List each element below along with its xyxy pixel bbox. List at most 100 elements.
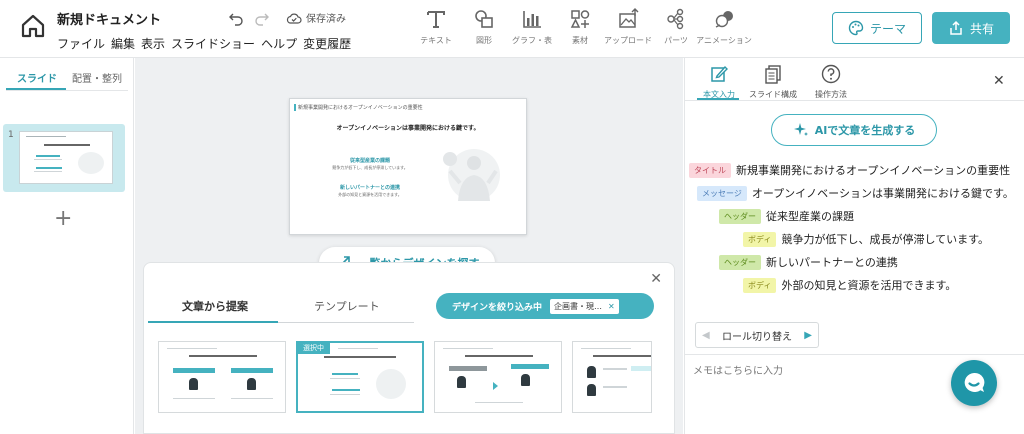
outline-row-body[interactable]: ボディ 競争力が低下し、成長が停滞しています。: [743, 231, 989, 247]
menu-edit[interactable]: 編集: [111, 35, 135, 52]
design-card[interactable]: [158, 341, 286, 413]
close-icon[interactable]: ✕: [650, 271, 662, 287]
tool-animation[interactable]: アニメーション: [696, 8, 752, 46]
menu-slideshow[interactable]: スライドショー: [171, 35, 255, 52]
chat-icon: [964, 372, 985, 392]
slide-point-2-body[interactable]: 外部の知見と資源を活用できます。: [330, 192, 410, 198]
tool-chart-label: グラフ・表: [512, 36, 552, 45]
active-tab-indicator: [697, 98, 739, 100]
tab-suggest-from-text[interactable]: 文章から提案: [182, 298, 248, 314]
tool-upload[interactable]: アップロード: [604, 8, 652, 46]
role-tag-body[interactable]: ボディ: [743, 231, 777, 247]
card-title-line: [167, 348, 217, 349]
undo-icon[interactable]: [228, 10, 244, 26]
role-switch-control: ◀ ロール切り替え ▶: [695, 322, 819, 348]
tab-body-text[interactable]: 本文入力: [693, 64, 745, 100]
outline-row-message[interactable]: メッセージ オープンイノベーションは事業開発における鍵です。: [697, 185, 1014, 201]
design-card[interactable]: [434, 341, 562, 413]
outline-body-1-text[interactable]: 競争力が低下し、成長が停滞しています。: [781, 231, 989, 247]
tool-shape[interactable]: 図形: [460, 8, 508, 46]
save-status: 保存済み: [286, 10, 346, 25]
tool-material[interactable]: 素材: [556, 8, 604, 46]
slide-message[interactable]: オープンイノベーションは事業開発における鍵です。: [290, 123, 526, 132]
card-message-line: [324, 356, 396, 358]
card-person-figure: [247, 378, 256, 390]
tab-how-to[interactable]: 操作方法: [805, 64, 857, 100]
outline-row-title[interactable]: タイトル 新規事業開発におけるオープンイノベーションの重要性: [689, 162, 1010, 178]
material-icon: [570, 10, 590, 28]
card-message-line: [465, 355, 533, 357]
slide-thumbnail-selected[interactable]: 1: [3, 124, 125, 192]
slide-point-2-header[interactable]: 新しいパートナーとの連携: [330, 184, 410, 191]
add-slide-plus-icon[interactable]: +: [54, 206, 72, 231]
role-tag-body[interactable]: ボディ: [743, 277, 777, 293]
close-icon[interactable]: ✕: [993, 73, 1005, 89]
outline-row-header[interactable]: ヘッダー 従来型産業の課題: [719, 208, 854, 224]
tool-animation-label: アニメーション: [696, 36, 752, 45]
slide-point-1-body[interactable]: 競争力が低下し、成長が停滞しています。: [330, 165, 410, 171]
memo-separator: [685, 354, 1024, 355]
tool-text[interactable]: テキスト: [412, 8, 460, 46]
top-header: 新規ドキュメント ファイル 編集 表示 スライドショー ヘルプ 変更履歴 保存済…: [0, 0, 1024, 58]
chat-support-button[interactable]: [951, 360, 997, 406]
tool-chart[interactable]: グラフ・表: [508, 8, 556, 46]
role-prev-icon[interactable]: ◀: [702, 330, 710, 341]
document-title[interactable]: 新規ドキュメント: [57, 9, 161, 28]
role-tag-message[interactable]: メッセージ: [697, 185, 747, 201]
tab-slides[interactable]: スライド: [17, 70, 57, 85]
card-message-line: [189, 355, 257, 357]
sparkle-icon: [793, 123, 808, 136]
menu-view[interactable]: 表示: [141, 35, 165, 52]
outline-message-text[interactable]: オープンイノベーションは事業開発における鍵です。: [752, 185, 1014, 201]
active-tab-indicator: [6, 88, 66, 90]
card-body-line: [603, 368, 627, 370]
role-tag-header[interactable]: ヘッダー: [719, 254, 761, 270]
chip-close-icon[interactable]: ✕: [608, 302, 615, 311]
text-icon: [427, 11, 445, 28]
current-slide[interactable]: 新規事業開発におけるオープンイノベーションの重要性 オープンイノベーションは事業…: [289, 98, 527, 235]
design-card-partial[interactable]: [572, 341, 652, 413]
outline-header-2-text[interactable]: 新しいパートナーとの連携: [766, 254, 898, 270]
tab-arrange[interactable]: 配置・整列: [72, 70, 122, 85]
theme-button-label: テーマ: [869, 21, 906, 36]
outline-row-header[interactable]: ヘッダー 新しいパートナーとの連携: [719, 254, 898, 270]
card-body-line: [330, 394, 360, 395]
slide-list-panel: スライド 配置・整列 1 +: [0, 58, 134, 434]
outline-title-text[interactable]: 新規事業開発におけるオープンイノベーションの重要性: [736, 162, 1010, 178]
outline-header-1-text[interactable]: 従来型産業の課題: [766, 208, 854, 224]
card-header-block: [631, 366, 651, 371]
tab-separator: [685, 100, 1024, 101]
slide-point-1-header[interactable]: 従来型産業の課題: [330, 157, 410, 164]
role-tag-title[interactable]: タイトル: [689, 162, 731, 178]
design-card-selected[interactable]: 選択中: [296, 341, 424, 413]
slide-thumbnail[interactable]: [19, 131, 113, 184]
ai-generate-button[interactable]: AIで文章を生成する: [771, 114, 937, 146]
outline-row-body[interactable]: ボディ 外部の知見と資源を活用できます。: [743, 277, 956, 293]
role-next-icon[interactable]: ▶: [804, 330, 812, 341]
design-filter-button[interactable]: デザインを絞り込み中 企画書・現… ✕: [436, 293, 654, 319]
menu-history[interactable]: 変更履歴: [303, 35, 351, 52]
animation-icon: [715, 11, 733, 28]
tab-how-to-label: 操作方法: [815, 90, 847, 99]
share-button[interactable]: 共有: [932, 12, 1010, 44]
filter-chip[interactable]: 企画書・現… ✕: [550, 298, 619, 314]
card-arrow-icon: [493, 382, 498, 390]
memo-input[interactable]: メモはこちらに入力: [693, 362, 783, 377]
card-header-line: [332, 373, 358, 375]
tool-parts[interactable]: パーツ: [652, 8, 700, 46]
theme-button[interactable]: テーマ: [832, 12, 922, 44]
tab-separator: [6, 90, 128, 91]
role-tag-header[interactable]: ヘッダー: [719, 208, 761, 224]
home-icon[interactable]: [20, 13, 46, 39]
slide-title[interactable]: 新規事業開発におけるオープンイノベーションの重要性: [294, 104, 423, 111]
tool-shape-label: 図形: [476, 36, 492, 45]
shape-icon: [475, 10, 493, 28]
redo-icon[interactable]: [254, 10, 270, 26]
tab-templates[interactable]: テンプレート: [314, 298, 380, 314]
outline-body-2-text[interactable]: 外部の知見と資源を活用できます。: [781, 277, 956, 293]
tab-slide-structure[interactable]: スライド構成: [747, 64, 799, 100]
tool-material-label: 素材: [572, 36, 588, 45]
menu-help[interactable]: ヘルプ: [261, 35, 297, 52]
menu-file[interactable]: ファイル: [57, 35, 105, 52]
share-icon: [950, 20, 962, 35]
